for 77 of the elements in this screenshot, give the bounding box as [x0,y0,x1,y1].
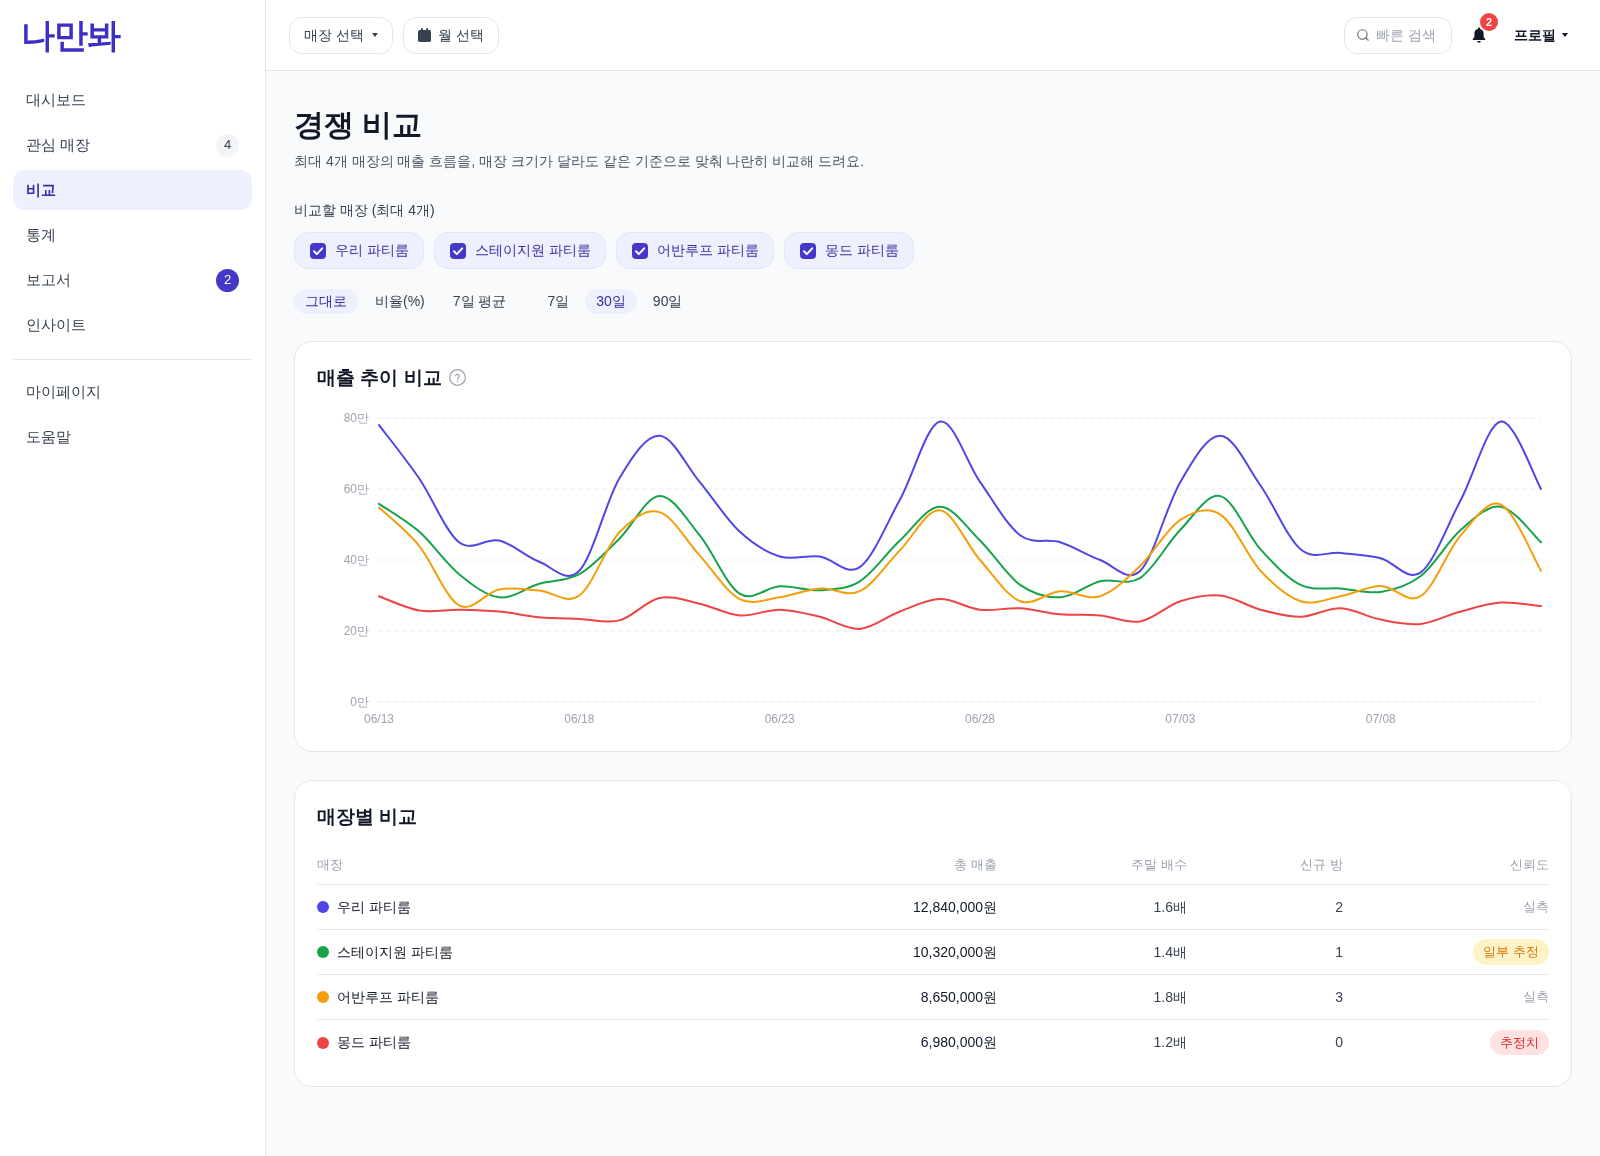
search-field[interactable]: 빠른 검색 [1344,16,1452,54]
nav-item[interactable]: 통계 [13,215,252,255]
count-badge: 2 [216,268,239,292]
table-title: 매장별 비교 [317,805,419,829]
store-chip[interactable]: 우리 파티룸 [294,232,424,269]
nav-item[interactable]: 관심 매장 4 [13,125,252,165]
checkbox[interactable] [449,242,466,259]
page-subtitle: 최대 4개 매장의 매출 흐름을, 매장 크기가 달라도 같은 기준으로 맞춰 나란히 비교해 드려요. [294,152,866,171]
store-chip[interactable]: 몽드 파티룸 [783,232,914,269]
column-header: 신뢰도 [1510,856,1549,874]
toggle-option[interactable]: 그대로 [294,289,358,314]
status-badge: 추정치 [1490,1029,1549,1056]
notification-button[interactable] [1471,26,1487,44]
logo[interactable]: 나만봐 [21,18,121,53]
status-label: 실측 [1523,898,1549,917]
x-axis-label: 07/08 [1365,712,1396,726]
section-label: 비교할 매장 (최대 4개) [294,201,436,220]
table-cell-text: 1.2배 [1153,1033,1187,1052]
toggle-option[interactable]: 7일 평균 [441,289,518,314]
checkbox[interactable] [310,242,326,259]
table-cell-text: 1.6배 [1153,897,1187,917]
nav-item[interactable]: 인사이트 [13,305,252,345]
nav-item[interactable]: 대시보드 [13,80,252,120]
y-axis-label: 40만 [343,553,369,567]
store-name: 몽드 파티룸 [337,1033,411,1052]
store-chip[interactable]: 스테이지원 파티룸 [433,232,606,269]
store-select-button[interactable]: 매장 선택 [289,16,393,54]
table-cell-text: 3 [1335,987,1343,1007]
column-header: 주말 배수 [1131,856,1187,874]
checkbox[interactable] [799,242,816,259]
table-cell-text: 0 [1335,1033,1343,1052]
table-cell-text: 12,840,000원 [912,897,997,917]
nav-item[interactable]: 비교 [13,170,252,210]
x-axis-label: 06/23 [764,712,795,726]
table-cell-text: 1 [1335,942,1343,962]
store-chip[interactable]: 어반루프 파티룸 [615,232,774,269]
column-header: 총 매출 [954,856,997,874]
checkbox[interactable] [631,242,648,259]
column-header: 신규 방 [1300,856,1343,874]
table-cell-text: 1.4배 [1153,942,1187,962]
y-axis-label: 80만 [343,411,369,425]
x-axis-label: 06/13 [364,712,394,726]
store-name: 스테이지원 파티룸 [337,942,453,962]
column-header: 매장 [317,856,343,874]
count-badge: 4 [216,133,239,157]
nav-item[interactable]: 도움말 [13,417,252,457]
month-select-button[interactable]: 월 선택 [402,16,499,54]
toggle-option[interactable]: 30일 [585,289,637,314]
bell-icon [1471,26,1487,44]
table-cell-text: 1.8배 [1153,987,1187,1007]
toggle-option[interactable]: 7일 [536,289,581,314]
caret-icon [371,33,378,37]
x-axis-label: 06/28 [965,712,996,726]
x-axis-label: 07/03 [1165,712,1196,726]
notification-count: 2 [1480,13,1498,31]
y-axis-label: 20만 [343,624,369,638]
page-title: 경쟁 비교 [294,107,424,143]
table-cell-text: 6,980,000원 [920,1033,997,1052]
search-icon [1356,27,1370,42]
nav-item[interactable]: 보고서 2 [13,260,252,300]
y-axis-label: 0만 [350,695,369,709]
table-cell-text: 8,650,000원 [920,987,997,1007]
calendar-icon [417,28,431,42]
y-axis-label: 60만 [343,482,369,496]
nav-item[interactable]: 마이페이지 [13,372,252,412]
table-cell-text: 2 [1335,897,1343,917]
store-name: 어반루프 파티룸 [337,987,439,1007]
x-axis-label: 06/18 [564,712,595,726]
table-cell-text: 10,320,000원 [912,942,997,962]
status-badge: 일부 추정 [1473,939,1549,965]
caret-icon [1562,33,1568,37]
toggle-option[interactable]: 90일 [641,289,694,314]
profile-menu[interactable]: 프로필 [1514,24,1568,46]
store-name: 우리 파티룸 [337,897,411,917]
chart-title: 매출 추이 비교 [317,366,442,390]
toggle-option[interactable]: 비율(%) [364,289,436,314]
status-label: 실측 [1523,988,1549,1007]
